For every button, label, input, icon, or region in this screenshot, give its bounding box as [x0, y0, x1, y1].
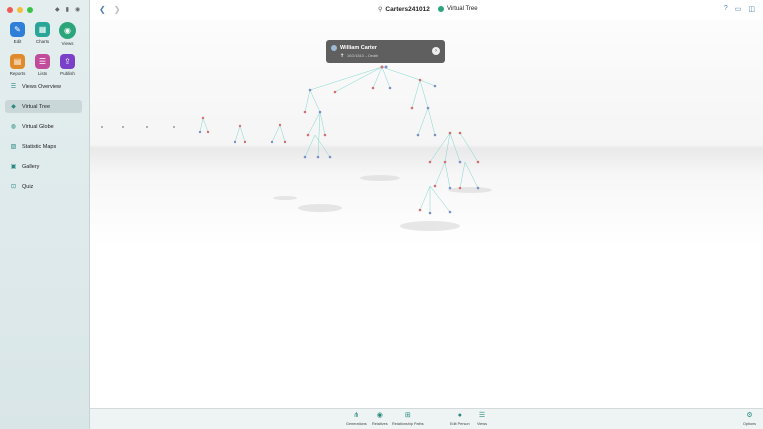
- views-icon: ☰: [478, 412, 486, 419]
- sidebar-tools: ◆ ▮ ◉: [55, 6, 80, 13]
- sidebar: ◆ ▮ ◉ ✎ Edit ▦ Charts ◉ Views ▤ Reports …: [0, 0, 90, 429]
- person-icon: ●: [457, 412, 462, 419]
- app-label: Lists: [37, 71, 48, 76]
- close-window-button[interactable]: [7, 7, 13, 13]
- relatives-button[interactable]: ◉ Relatives: [372, 412, 388, 426]
- sidebar-item-label: Statistic Maps: [22, 143, 57, 150]
- sidebar-item-gallery[interactable]: ▣ Gallery: [5, 160, 82, 173]
- app-lists[interactable]: ☰ Lists: [34, 54, 51, 76]
- back-arrow-icon[interactable]: ❮: [99, 5, 106, 14]
- app-label: Views: [61, 41, 74, 46]
- sidebar-item-quiz[interactable]: ⊡ Quiz: [5, 180, 82, 193]
- app-grid: ✎ Edit ▦ Charts ◉ Views ▤ Reports ☰ List…: [9, 22, 76, 76]
- tree-nodes[interactable]: [101, 65, 480, 215]
- sidebar-item-virtual-tree[interactable]: ◆ Virtual Tree: [5, 100, 82, 113]
- relationship-paths-label: Relationship Paths: [392, 422, 424, 426]
- app-views[interactable]: ◉ Views: [59, 22, 76, 46]
- views-label: Views: [477, 422, 488, 426]
- options-label: Options: [743, 422, 757, 426]
- sidebar-toggle-icon[interactable]: ◫: [748, 5, 755, 13]
- tree-graph[interactable]: [90, 20, 763, 409]
- views-overview-icon: ☰: [10, 84, 17, 90]
- window-controls: [7, 7, 33, 13]
- sidebar-item-label: Gallery: [22, 163, 40, 170]
- relatives-label: Relatives: [372, 422, 388, 426]
- app-label: Publish: [60, 71, 75, 76]
- app-edit[interactable]: ✎ Edit: [9, 22, 26, 46]
- view-indicator[interactable]: Virtual Tree: [438, 6, 478, 12]
- view-dot-icon: [438, 6, 444, 12]
- death-cross-icon: ✝: [340, 53, 345, 59]
- sidebar-nav: ☰ Views Overview ◆ Virtual Tree ◍ Virtua…: [5, 80, 82, 200]
- main-area: ❮ ❯ ⚲ Carters241012 Virtual Tree ? ▭ ◫ W…: [90, 0, 763, 429]
- views-button[interactable]: ☰ Views: [477, 412, 487, 426]
- person-popup[interactable]: William Carter ✝ 10/2/1810 – Death ›: [326, 40, 445, 63]
- tree-lines: [199, 66, 479, 213]
- sidebar-item-statistic-maps[interactable]: ▧ Statistic Maps: [5, 140, 82, 153]
- app-label: Charts: [35, 39, 50, 44]
- edit-person-button[interactable]: ● Edit Person: [450, 412, 470, 426]
- avatar: [331, 45, 337, 51]
- app-publish[interactable]: ⇪ Publish: [59, 54, 76, 76]
- globe-icon: ◍: [10, 124, 17, 130]
- generations-icon: ⋔: [353, 412, 360, 419]
- virtual-tree-canvas[interactable]: William Carter ✝ 10/2/1810 – Death ›: [90, 20, 763, 409]
- forward-arrow-icon[interactable]: ❯: [114, 5, 121, 14]
- eye-icon: ◉: [59, 22, 76, 39]
- toolbar-right: ? ▭ ◫: [724, 5, 755, 13]
- tree-shadows: [273, 175, 492, 231]
- help-icon[interactable]: ?: [724, 5, 728, 13]
- view-name-text: Virtual Tree: [447, 6, 478, 12]
- list-icon: ☰: [35, 54, 50, 69]
- sidebar-item-virtual-globe[interactable]: ◍ Virtual Globe: [5, 120, 82, 133]
- generations-label: Generations: [346, 422, 367, 426]
- publish-icon: ⇪: [60, 54, 75, 69]
- pencil-icon: ✎: [10, 22, 25, 37]
- charts-icon: ▦: [35, 22, 50, 37]
- relatives-icon: ◉: [376, 412, 383, 419]
- bookmark-icon[interactable]: ▮: [66, 6, 69, 13]
- app-label: Edit: [13, 39, 22, 44]
- quiz-icon: ⊡: [10, 184, 17, 190]
- gear-icon: ⚙: [746, 412, 753, 419]
- sidebar-item-label: Virtual Globe: [22, 123, 54, 130]
- statistic-maps-icon: ▧: [10, 144, 17, 150]
- generations-button[interactable]: ⋔ Generations: [346, 412, 367, 426]
- window-icon[interactable]: ▭: [735, 5, 742, 13]
- window-title: ⚲ Carters241012: [378, 6, 430, 13]
- person-dates: 10/2/1810 – Death: [347, 54, 379, 58]
- relationship-paths-icon: ⊞: [404, 412, 411, 419]
- options-button[interactable]: ⚙ Options: [743, 412, 756, 426]
- gallery-icon: ▣: [10, 164, 17, 170]
- minimize-window-button[interactable]: [17, 7, 23, 13]
- relationship-paths-button[interactable]: ⊞ Relationship Paths: [392, 412, 424, 426]
- reports-icon: ▤: [10, 54, 25, 69]
- sidebar-item-views-overview[interactable]: ☰ Views Overview: [5, 80, 82, 93]
- app-charts[interactable]: ▦ Charts: [34, 22, 51, 46]
- app-label: Reports: [9, 71, 26, 76]
- people-icon[interactable]: ◉: [75, 6, 80, 13]
- sidebar-item-label: Quiz: [22, 183, 34, 190]
- edit-person-label: Edit Person: [450, 422, 470, 426]
- zoom-window-button[interactable]: [27, 7, 33, 13]
- bottom-toolbar: ⋔ Generations ◉ Relatives ⊞ Relationship…: [90, 408, 763, 429]
- app-reports[interactable]: ▤ Reports: [9, 54, 26, 76]
- chevron-right-icon[interactable]: ›: [432, 47, 440, 55]
- pin-icon: ⚲: [378, 7, 383, 13]
- sidebar-item-label: Views Overview: [22, 83, 62, 90]
- toolbar: ❮ ❯ ⚲ Carters241012 Virtual Tree ? ▭ ◫: [90, 0, 763, 20]
- navigation-arrows: ❮ ❯: [99, 5, 120, 14]
- sidebar-item-label: Virtual Tree: [22, 103, 51, 110]
- tag-icon[interactable]: ◆: [55, 6, 60, 13]
- person-name: William Carter: [340, 45, 377, 51]
- window-title-text: Carters241012: [385, 6, 430, 13]
- virtual-tree-icon: ◆: [11, 104, 16, 110]
